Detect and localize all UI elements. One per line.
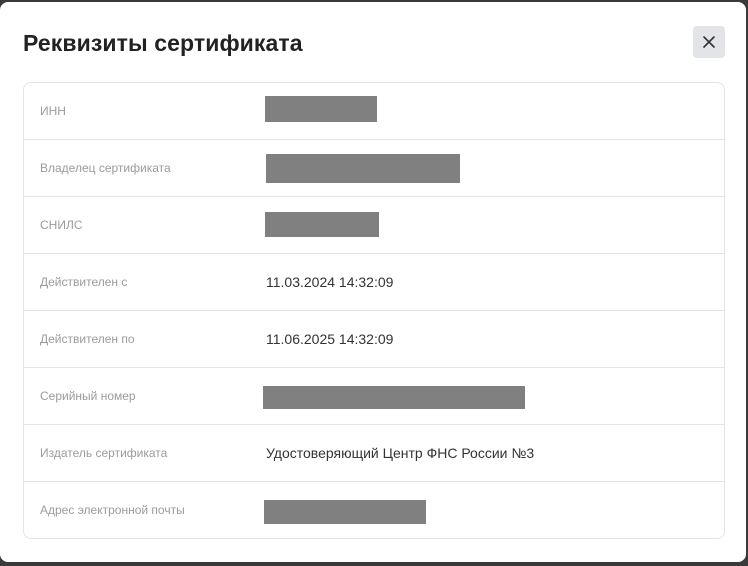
row-issuer: Издатель сертификата Удостоверяющий Цент… xyxy=(24,425,724,482)
row-snils: СНИЛС xyxy=(24,197,724,254)
row-label-serial-number: Серийный номер xyxy=(40,389,136,403)
row-label-issuer: Издатель сертификата xyxy=(40,446,168,460)
certificate-details-dialog: Реквизиты сертификата ИНН Владелец серти… xyxy=(0,2,746,562)
dialog-title: Реквизиты сертификата xyxy=(23,30,303,56)
certificate-details-table: ИНН Владелец сертификата СНИЛС Действите… xyxy=(23,82,725,539)
row-label-email: Адрес электронной почты xyxy=(40,503,185,517)
row-label-valid-to: Действителен по xyxy=(40,332,135,346)
row-inn: ИНН xyxy=(24,83,724,140)
row-label-valid-from: Действителен с xyxy=(40,275,128,289)
redacted-email-value xyxy=(264,500,426,524)
row-label-snils: СНИЛС xyxy=(40,218,83,232)
row-owner: Владелец сертификата xyxy=(24,140,724,197)
row-value-valid-to: 11.06.2025 14:32:09 xyxy=(266,331,394,347)
row-label-inn: ИНН xyxy=(40,104,66,118)
row-value-valid-from: 11.03.2024 14:32:09 xyxy=(266,274,394,290)
row-value-issuer: Удостоверяющий Центр ФНС России №3 xyxy=(266,445,535,461)
row-serial-number: Серийный номер xyxy=(24,368,724,425)
row-label-owner: Владелец сертификата xyxy=(40,161,171,175)
redacted-serial-number-value xyxy=(263,386,525,409)
close-button[interactable] xyxy=(693,26,725,58)
row-email: Адрес электронной почты xyxy=(24,482,724,538)
redacted-owner-value xyxy=(266,154,460,183)
redacted-snils-value xyxy=(265,212,379,237)
redacted-inn-value xyxy=(265,96,377,122)
close-icon xyxy=(703,36,715,48)
row-valid-from: Действителен с 11.03.2024 14:32:09 xyxy=(24,254,724,311)
row-valid-to: Действителен по 11.06.2025 14:32:09 xyxy=(24,311,724,368)
